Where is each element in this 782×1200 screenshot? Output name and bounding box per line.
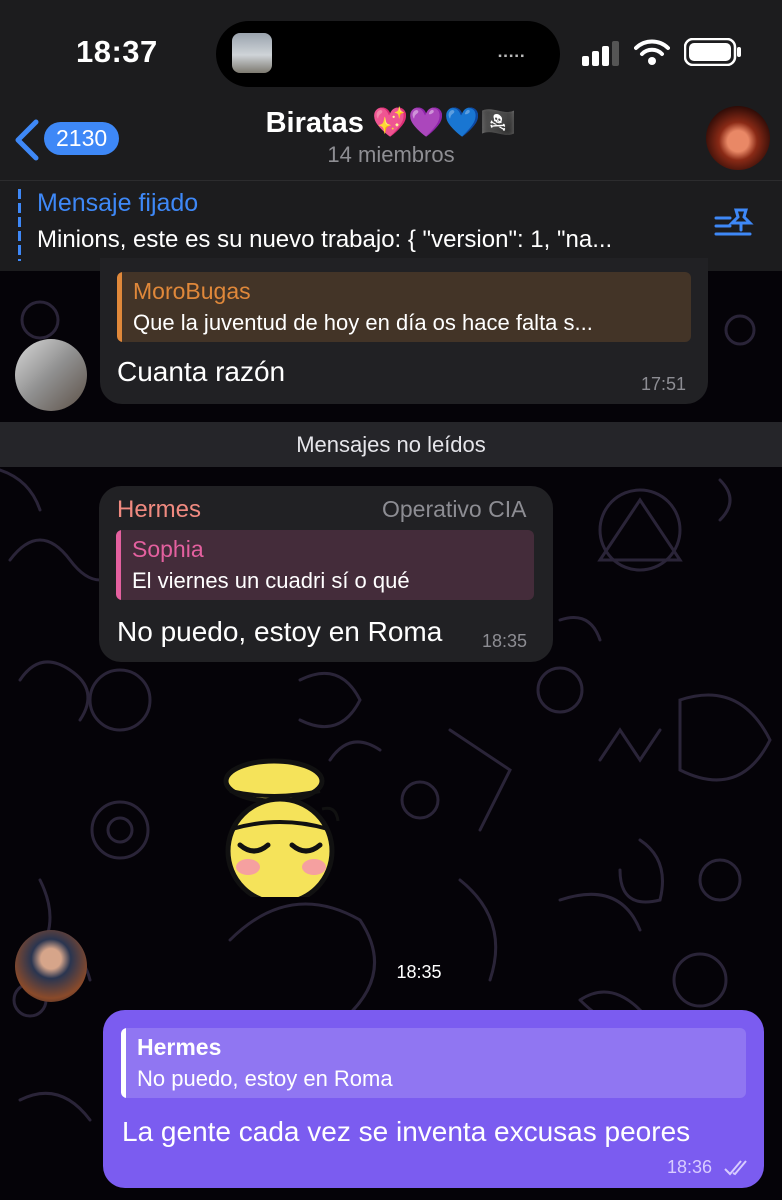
outgoing-message-bubble[interactable]: Hermes No puedo, estoy en Roma La gente … — [103, 1010, 764, 1188]
pinned-label: Mensaje fijado — [37, 189, 199, 217]
reply-text: No puedo, estoy en Roma — [137, 1066, 393, 1091]
battery-icon — [684, 38, 741, 66]
chat-screen: 18:37 ▪▪▪▪▪ 2130 Biratas 💖💜💙🏴‍☠ — [0, 0, 782, 1200]
pinned-indicator — [18, 189, 21, 261]
reply-bar — [116, 530, 121, 600]
chat-header: 2130 Biratas 💖💜💙🏴‍☠️ 14 miembros — [0, 100, 782, 180]
unread-divider: Mensajes no leídos — [0, 422, 782, 467]
sender-name[interactable]: Hermes — [117, 496, 201, 524]
reply-text: Que la juventud de hoy en día os hace fa… — [133, 310, 593, 335]
status-bar: 18:37 ▪▪▪▪▪ — [0, 0, 782, 100]
wifi-icon — [634, 39, 670, 65]
group-avatar[interactable] — [706, 106, 770, 170]
read-checkmarks-icon — [724, 1160, 747, 1176]
sticker-time: 18:35 — [396, 962, 442, 982]
reply-bar — [121, 1028, 126, 1098]
signal-icon — [582, 41, 619, 66]
sleepy-emoji-sticker[interactable] — [222, 757, 348, 897]
status-time: 18:37 — [76, 34, 158, 69]
sender-title: Operativo CIA — [382, 496, 527, 522]
message-bubble[interactable]: MoroBugas Que la juventud de hoy en día … — [100, 258, 708, 404]
reply-quote[interactable]: Hermes No puedo, estoy en Roma — [121, 1028, 746, 1098]
pinned-text: Minions, este es su nuevo trabajo: { "ve… — [37, 226, 613, 253]
sender-avatar[interactable] — [15, 339, 87, 411]
message-text: Cuanta razón — [117, 356, 286, 387]
chat-title: Biratas 💖💜💙🏴‍☠️ — [265, 107, 517, 139]
chat-title-area[interactable]: Biratas 💖💜💙🏴‍☠️ 14 miembros — [200, 106, 582, 168]
reply-quote[interactable]: Sophia El viernes un cuadri sí o qué — [116, 530, 534, 600]
unread-count-badge[interactable]: 2130 — [44, 122, 120, 155]
message-text: La gente cada vez se inventa excusas peo… — [122, 1116, 691, 1147]
dynamic-island[interactable]: ▪▪▪▪▪ — [216, 21, 560, 87]
media-thumbnail — [232, 33, 272, 73]
reply-text: El viernes un cuadri sí o qué — [132, 568, 410, 593]
message-time: 18:36 — [667, 1157, 713, 1177]
reply-sender: MoroBugas — [133, 278, 251, 304]
chat-subtitle: 14 miembros — [327, 142, 455, 167]
message-time: 18:35 — [482, 631, 528, 651]
back-chevron-icon[interactable] — [12, 118, 42, 162]
message-bubble[interactable]: Hermes Operativo CIA Sophia El viernes u… — [99, 486, 553, 662]
message-time: 17:51 — [641, 374, 687, 394]
message-text: No puedo, estoy en Roma — [117, 616, 443, 647]
reply-quote[interactable]: MoroBugas Que la juventud de hoy en día … — [117, 272, 691, 342]
sender-avatar[interactable] — [15, 930, 87, 1002]
pin-list-icon[interactable] — [714, 206, 756, 242]
reply-bar — [117, 272, 122, 342]
reply-sender: Sophia — [132, 536, 204, 562]
reply-sender: Hermes — [137, 1034, 222, 1060]
audio-wave-icon: ▪▪▪▪▪ — [498, 51, 526, 62]
